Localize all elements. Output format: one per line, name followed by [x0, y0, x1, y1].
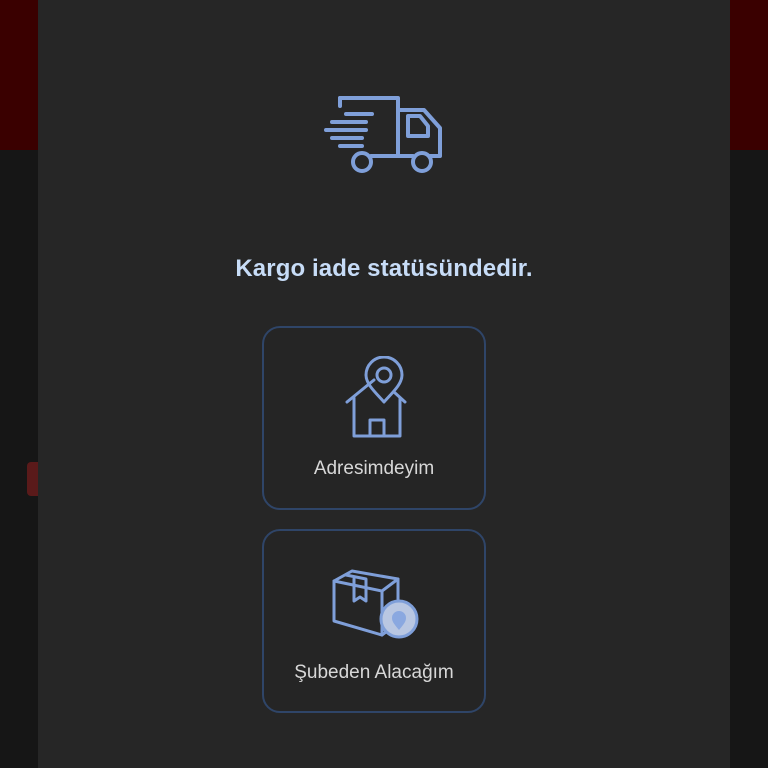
package-location-icon	[332, 569, 419, 639]
backdrop-right	[730, 150, 768, 768]
status-title: Kargo iade statüsündedir.	[235, 255, 533, 282]
backdrop-left	[0, 150, 38, 768]
home-location-icon	[345, 356, 407, 438]
option-pickup-branch-label: Şubeden Alacağım	[294, 662, 454, 683]
backdrop-header-right	[730, 0, 768, 150]
option-at-address-button[interactable]: Adresimdeyim	[262, 326, 486, 510]
option-pickup-branch-button[interactable]: Şubeden Alacağım	[262, 529, 486, 713]
backdrop-header-left	[0, 0, 38, 150]
backdrop-partial-element	[27, 462, 38, 496]
delivery-truck-icon	[324, 96, 442, 173]
option-at-address-label: Adresimdeyim	[313, 458, 435, 479]
